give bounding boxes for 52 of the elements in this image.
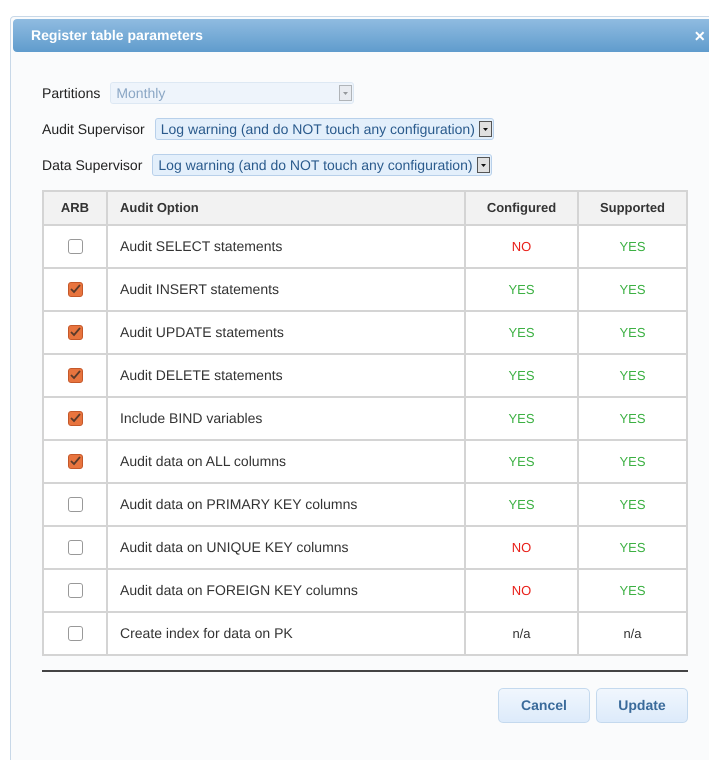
checkbox[interactable] bbox=[68, 496, 82, 512]
status-text: n/a bbox=[512, 626, 531, 640]
checkbox[interactable] bbox=[68, 540, 82, 555]
status-text: NO bbox=[512, 238, 532, 254]
status-text: YES bbox=[619, 582, 646, 598]
checkbox[interactable] bbox=[68, 454, 82, 469]
status-text: YES bbox=[619, 410, 646, 426]
option-label: Audit SELECT statements bbox=[120, 238, 282, 254]
status-text: YES bbox=[619, 454, 646, 468]
status-text: YES bbox=[619, 496, 646, 512]
dialog-button[interactable]: Cancel bbox=[498, 688, 590, 723]
status-text: YES bbox=[619, 238, 646, 254]
dropdown-field[interactable]: Log warning (and do NOT touch any configuration) bbox=[152, 154, 492, 176]
status-text: YES bbox=[619, 282, 646, 296]
status-text: YES bbox=[619, 540, 646, 554]
checkbox[interactable] bbox=[68, 626, 82, 641]
field-label: Data Supervisor bbox=[42, 156, 142, 175]
dialog-title: Register table parameters bbox=[31, 26, 203, 45]
option-label: Audit data on PRIMARY KEY columns bbox=[120, 496, 358, 512]
checkbox[interactable] bbox=[68, 282, 82, 297]
status-text: YES bbox=[508, 496, 534, 512]
checkbox[interactable] bbox=[68, 324, 82, 340]
checkbox[interactable] bbox=[68, 238, 82, 254]
column-header: Supported bbox=[600, 200, 665, 215]
status-text: YES bbox=[508, 282, 534, 296]
status-text: NO bbox=[512, 540, 532, 554]
checkbox[interactable] bbox=[68, 368, 82, 383]
option-label: Audit data on UNIQUE KEY columns bbox=[120, 538, 349, 554]
checkbox[interactable] bbox=[68, 582, 82, 598]
dialog-button[interactable]: Update bbox=[596, 688, 688, 723]
status-text: YES bbox=[508, 324, 534, 340]
column-header: Configured bbox=[486, 200, 556, 215]
option-label: Include BIND variables bbox=[120, 410, 262, 426]
status-text: YES bbox=[508, 368, 534, 382]
checkbox[interactable] bbox=[68, 410, 82, 426]
status-text: YES bbox=[619, 324, 646, 340]
status-text: NO bbox=[512, 582, 532, 598]
status-text: YES bbox=[619, 368, 646, 382]
column-header: ARB bbox=[60, 200, 90, 215]
option-label: Audit data on ALL columns bbox=[120, 452, 286, 468]
status-text: n/a bbox=[623, 626, 642, 640]
status-text: YES bbox=[508, 410, 534, 426]
column-header: Audit Option bbox=[120, 200, 199, 215]
field-label: Audit Supervisor bbox=[42, 120, 145, 139]
field-label: Partitions bbox=[42, 84, 100, 102]
dropdown-field[interactable]: Log warning (and do NOT touch any configuration) bbox=[154, 118, 494, 140]
option-label: Create index for data on PK bbox=[120, 624, 293, 640]
option-label: Audit INSERT statements bbox=[120, 280, 279, 296]
status-text: YES bbox=[508, 454, 534, 468]
option-label: Audit DELETE statements bbox=[120, 366, 283, 382]
option-label: Audit data on FOREIGN KEY columns bbox=[120, 582, 358, 598]
option-label: Audit UPDATE statements bbox=[120, 324, 284, 340]
